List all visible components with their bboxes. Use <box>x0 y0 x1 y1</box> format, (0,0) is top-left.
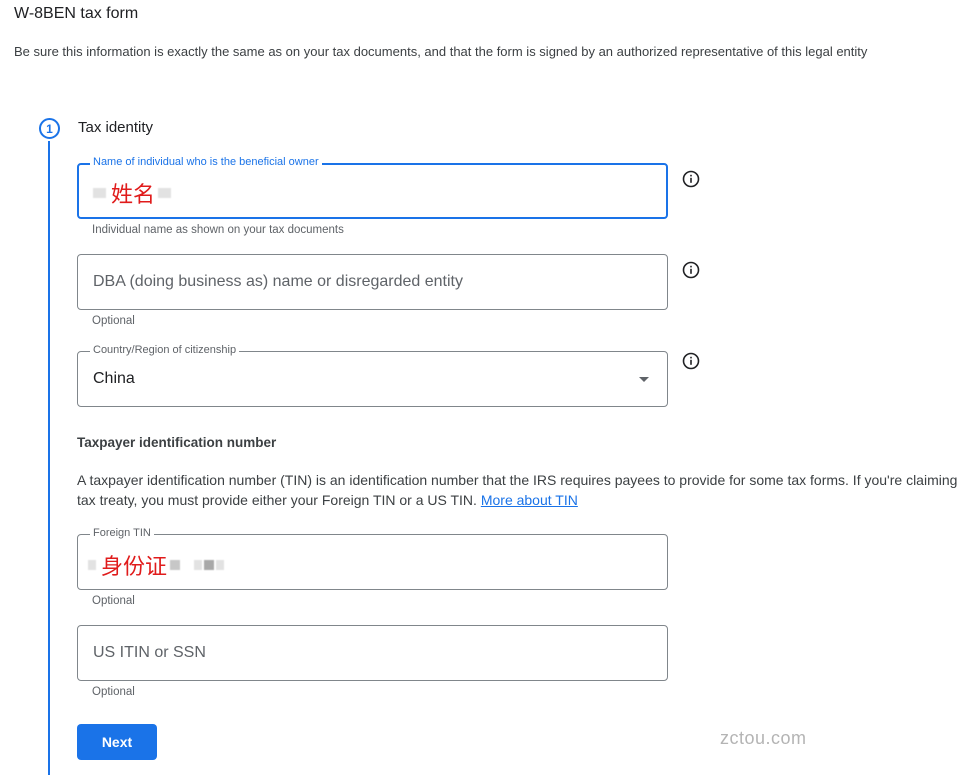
tin-description-line1: A taxpayer identification number (TIN) i… <box>77 472 958 488</box>
redaction-block <box>158 188 172 198</box>
redaction-block <box>216 560 225 570</box>
info-icon[interactable] <box>682 352 700 370</box>
citizenship-value: China <box>93 370 135 387</box>
redaction-block <box>93 188 106 198</box>
tin-annotation: 身份证 <box>101 555 168 580</box>
citizenship-label: Country/Region of citizenship <box>90 344 240 356</box>
redacted-name-value: 姓名 <box>93 177 173 209</box>
redaction-block <box>88 560 96 570</box>
info-icon[interactable] <box>682 170 700 188</box>
name-annotation: 姓名 <box>111 183 156 208</box>
us-itin-helper: Optional <box>92 686 135 698</box>
w8ben-form-page: W-8BEN tax form Be sure this information… <box>0 0 958 775</box>
tin-description: A taxpayer identification number (TIN) i… <box>77 470 958 510</box>
beneficial-owner-name-label: Name of individual who is the beneficial… <box>90 156 322 168</box>
dba-helper: Optional <box>92 315 135 327</box>
redaction-block <box>170 560 181 570</box>
dropdown-arrow-icon <box>639 377 649 382</box>
more-about-tin-link[interactable]: More about TIN <box>481 492 578 508</box>
step-title: Tax identity <box>78 119 154 136</box>
redaction-block <box>194 560 203 570</box>
page-subtitle: Be sure this information is exactly the … <box>14 44 868 59</box>
dba-name-field[interactable]: DBA (doing business as) name or disregar… <box>77 254 668 310</box>
foreign-tin-helper: Optional <box>92 595 135 607</box>
us-itin-ssn-placeholder: US ITIN or SSN <box>93 644 206 661</box>
next-button[interactable]: Next <box>77 724 157 760</box>
tin-section-heading: Taxpayer identification number <box>77 435 277 450</box>
citizenship-select[interactable]: Country/Region of citizenship China <box>77 344 668 407</box>
step-number-badge: 1 <box>39 118 60 139</box>
beneficial-owner-name-field[interactable]: Name of individual who is the beneficial… <box>77 156 668 219</box>
beneficial-owner-helper: Individual name as shown on your tax doc… <box>92 224 344 236</box>
page-title: W-8BEN tax form <box>14 5 139 22</box>
redaction-block <box>204 560 215 570</box>
us-itin-ssn-field[interactable]: US ITIN or SSN <box>77 625 668 681</box>
info-icon[interactable] <box>682 261 700 279</box>
dba-name-placeholder: DBA (doing business as) name or disregar… <box>93 273 463 290</box>
stepper-line <box>48 141 50 775</box>
watermark: zctou.com <box>720 728 807 748</box>
foreign-tin-field[interactable]: Foreign TIN 身份证 <box>77 527 668 590</box>
redacted-tin-value: 身份证 <box>88 549 226 581</box>
foreign-tin-label: Foreign TIN <box>90 527 154 539</box>
tin-description-line2: tax treaty, you must provide either your… <box>77 492 477 508</box>
